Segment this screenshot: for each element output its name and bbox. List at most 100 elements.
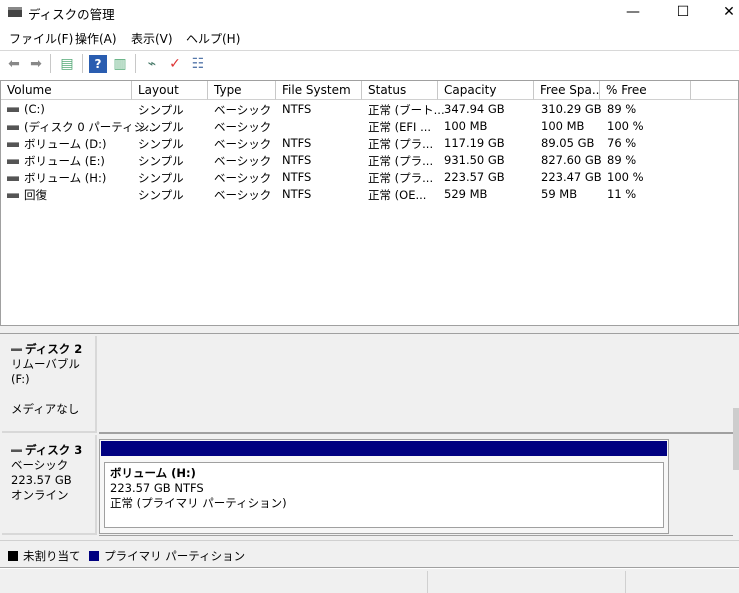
column-header-capacity[interactable]: Capacity xyxy=(438,81,534,100)
cell-percent-free: 11 % xyxy=(607,187,636,201)
help-icon[interactable]: ? xyxy=(89,55,107,73)
cell-text: 100 MB xyxy=(541,119,585,133)
disk-3-type: ベーシック xyxy=(11,458,69,472)
partition-status: 正常 (プライマリ パーティション) xyxy=(110,496,287,510)
status-bar xyxy=(0,569,739,593)
forward-icon[interactable]: ➡ xyxy=(27,55,45,73)
cell-text: 223.57 GB xyxy=(444,170,505,184)
scrollbar-thumb[interactable] xyxy=(733,408,739,470)
volume-icon xyxy=(7,125,19,130)
column-header-status[interactable]: Status xyxy=(362,81,438,100)
back-icon[interactable]: ⬅ xyxy=(5,55,23,73)
disk-3-label[interactable]: ディスク 3 ベーシック 223.57 GB オンライン xyxy=(2,435,97,535)
cell-text: ベーシック xyxy=(214,154,272,168)
cell-volume: ボリューム (D:) xyxy=(7,136,107,152)
disk-graphical-view: ディスク 2 リムーバブル (F:) メディアなし ディスク 3 ベーシック 2… xyxy=(0,334,733,540)
cell-text: NTFS xyxy=(282,102,312,116)
cell-free-space: 100 MB xyxy=(541,119,584,133)
disk-3-size: 223.57 GB xyxy=(11,473,72,487)
column-header-volume[interactable]: Volume xyxy=(1,81,132,100)
minimize-button[interactable]: — xyxy=(610,0,656,26)
cell-status: 正常 (プラ... xyxy=(368,153,433,169)
cell-text: 931.50 GB xyxy=(444,153,505,167)
cell-capacity: 117.19 GB xyxy=(444,136,505,150)
cell-text: ベーシック xyxy=(214,103,272,117)
cell-file-system: NTFS xyxy=(282,102,311,116)
cell-text: NTFS xyxy=(282,187,312,201)
partition-h[interactable]: ボリューム (H:) 223.57 GB NTFS 正常 (プライマリ パーティ… xyxy=(99,439,669,534)
cell-file-system: NTFS xyxy=(282,153,311,167)
disk-management-app-icon xyxy=(8,7,22,17)
volume-row[interactable]: (C:) シンプル ベーシック NTFS 正常 (ブート... 347.94 GB 310.… xyxy=(1,101,738,118)
pane-splitter[interactable] xyxy=(0,326,739,334)
menu-action[interactable]: 操作(A) xyxy=(75,30,117,47)
partition-title: ボリューム (H:) xyxy=(110,466,196,480)
cell-layout: シンプル xyxy=(138,187,184,203)
menu-view[interactable]: 表示(V) xyxy=(131,30,173,47)
volume-icon xyxy=(7,142,19,147)
cell-free-space: 827.60 GB xyxy=(541,153,602,167)
show-hide-action-pane-icon[interactable]: ▥ xyxy=(111,55,129,73)
cell-status: 正常 (プラ... xyxy=(368,136,433,152)
show-hide-console-tree-icon[interactable]: ▤ xyxy=(58,55,76,73)
connect-disk-icon[interactable]: ⌁ xyxy=(143,55,161,73)
volume-row[interactable]: ボリューム (D:) シンプル ベーシック NTFS 正常 (プラ... 117.19 G… xyxy=(1,135,738,152)
column-header-type[interactable]: Type xyxy=(208,81,276,100)
cell-free-space: 310.29 GB xyxy=(541,102,602,116)
volume-row[interactable]: ボリューム (E:) シンプル ベーシック NTFS 正常 (プラ... 931.50 G… xyxy=(1,152,738,169)
cell-capacity: 223.57 GB xyxy=(444,170,505,184)
cell-file-system: NTFS xyxy=(282,170,311,184)
cell-text: ベーシック xyxy=(214,188,272,202)
cell-layout: シンプル xyxy=(138,119,184,135)
cell-free-space: 223.47 GB xyxy=(541,170,602,184)
menu-file[interactable]: ファイル(F) xyxy=(9,30,73,47)
disk-3-area: ボリューム (H:) 223.57 GB NTFS 正常 (プライマリ パーティ… xyxy=(99,433,733,536)
checklist-icon[interactable]: ✓ xyxy=(166,55,184,73)
cell-file-system: NTFS xyxy=(282,187,311,201)
toolbar: ⬅ ➡ ▤ ? ▥ ⌁ ✓ ☷ xyxy=(0,50,739,76)
cell-text: NTFS xyxy=(282,153,312,167)
disk-2-type: リムーバブル (F:) xyxy=(11,357,80,386)
disk-icon xyxy=(11,449,22,452)
cell-text: NTFS xyxy=(282,136,312,150)
volume-row[interactable]: (ディスク 0 パーティシ... シンプル ベーシック 正常 (EFI ... 100 … xyxy=(1,118,738,135)
cell-capacity: 347.94 GB xyxy=(444,102,505,116)
cell-type: ベーシック xyxy=(214,136,271,152)
cell-capacity: 931.50 GB xyxy=(444,153,505,167)
maximize-button[interactable]: ☐ xyxy=(660,0,706,26)
close-button[interactable]: ✕ xyxy=(706,0,739,26)
menu-bar: ファイル(F) 操作(A) 表示(V) ヘルプ(H) xyxy=(0,27,739,49)
primary-swatch xyxy=(89,551,100,561)
volume-list: Volume Layout Type File System Status Ca… xyxy=(0,80,739,326)
column-header-blank xyxy=(691,81,738,100)
cell-text: 100 % xyxy=(607,119,644,133)
cell-percent-free: 76 % xyxy=(607,136,636,150)
cell-layout: シンプル xyxy=(138,153,184,169)
cell-type: ベーシック xyxy=(214,153,271,169)
column-header-free-space[interactable]: Free Spa... xyxy=(534,81,603,100)
cell-text: 827.60 GB xyxy=(541,153,602,167)
volume-row[interactable]: 回復 シンプル ベーシック NTFS 正常 (OE... 529 MB 59 MB 11 % xyxy=(1,186,738,203)
cell-percent-free: 100 % xyxy=(607,119,644,133)
disk-2-label[interactable]: ディスク 2 リムーバブル (F:) メディアなし xyxy=(2,336,97,433)
cell-text: 59 MB xyxy=(541,187,578,201)
cell-text: 89.05 GB xyxy=(541,136,595,150)
cell-text: 11 % xyxy=(607,187,637,201)
properties-icon[interactable]: ☷ xyxy=(189,55,207,73)
cell-text: 89 % xyxy=(607,153,637,167)
column-header-percent-free[interactable]: % Free xyxy=(600,81,691,100)
cell-text: 正常 (OE... xyxy=(368,188,427,202)
cell-text: 89 % xyxy=(607,102,637,116)
disk-icon xyxy=(11,348,22,351)
volume-icon xyxy=(7,193,19,198)
menu-help[interactable]: ヘルプ(H) xyxy=(186,30,240,47)
column-header-file-system[interactable]: File System xyxy=(276,81,362,100)
column-header-layout[interactable]: Layout xyxy=(132,81,208,100)
cell-text: ボリューム (D:) xyxy=(24,137,107,151)
volume-row[interactable]: ボリューム (H:) シンプル ベーシック NTFS 正常 (プラ... 223.57 G… xyxy=(1,169,738,186)
window-title: ディスクの管理 xyxy=(28,7,115,22)
disk-3-name: ディスク 3 xyxy=(25,443,83,457)
disk-3-status: オンライン xyxy=(11,488,69,502)
cell-free-space: 89.05 GB xyxy=(541,136,594,150)
title-bar: ディスクの管理 — ☐ ✕ xyxy=(0,0,739,27)
